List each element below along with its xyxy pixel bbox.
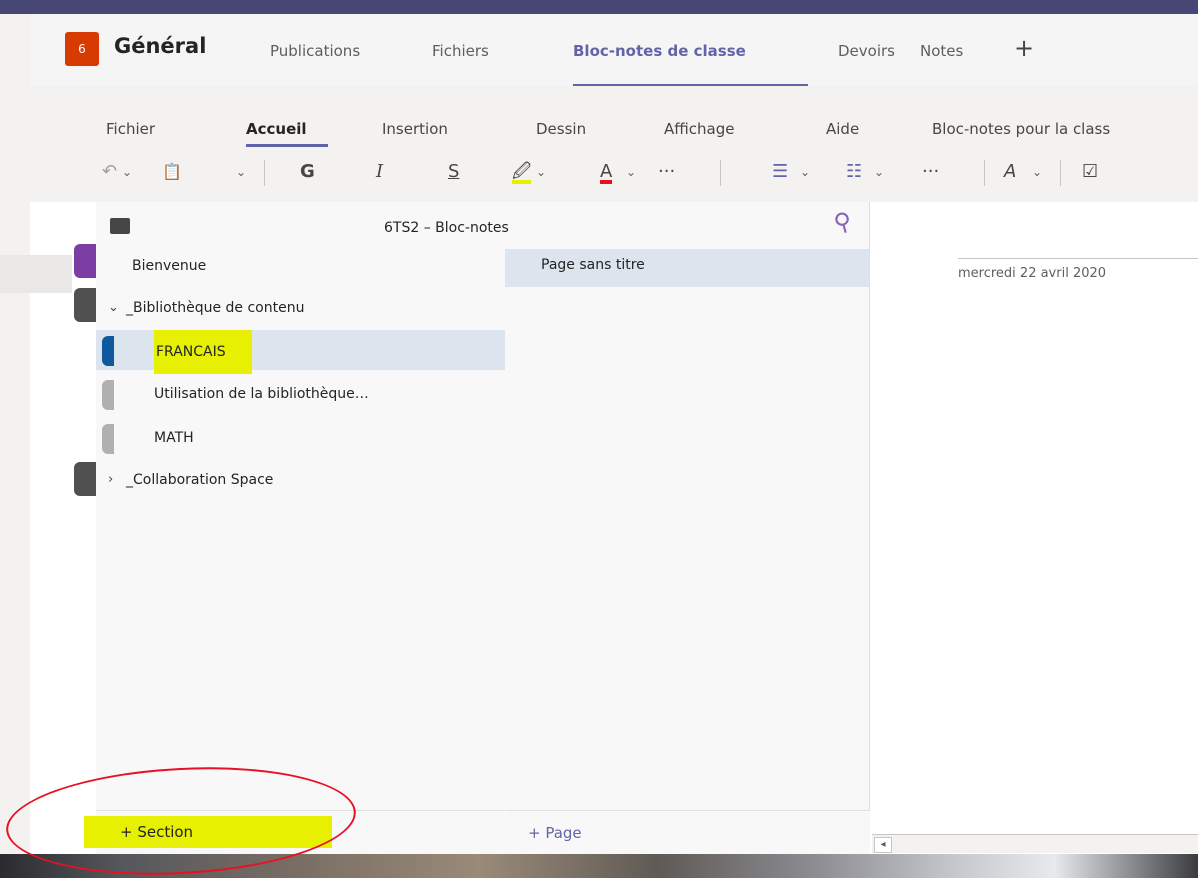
chevron-down-icon[interactable]: ⌄ [108, 288, 119, 328]
tab-fichiers[interactable]: Fichiers [432, 42, 489, 60]
notebook-tab-purple[interactable] [74, 244, 96, 278]
bold-button[interactable]: G [300, 158, 315, 186]
clipboard-icon[interactable]: 📋 [162, 158, 182, 186]
tag-icon[interactable]: ☑ [1082, 158, 1098, 186]
ribbon-tab-affichage[interactable]: Affichage [664, 120, 734, 138]
team-avatar[interactable]: 6 [65, 32, 99, 66]
chevron-right-icon[interactable]: › [108, 460, 113, 500]
ribbon-separator [984, 160, 985, 186]
tab-devoirs[interactable]: Devoirs [838, 42, 895, 60]
font-color-chevron-icon[interactable]: ⌄ [626, 158, 636, 186]
notebook-tab-gray[interactable] [74, 288, 96, 322]
channel-header: 6 Général Publications Fichiers Bloc-not… [30, 14, 1198, 87]
styles-icon[interactable]: A [1004, 158, 1016, 186]
ribbon-tab-fichier[interactable]: Fichier [106, 120, 155, 138]
italic-button[interactable]: I [376, 158, 383, 186]
horizontal-scrollbar[interactable]: ◂ [872, 834, 1198, 853]
active-ribbon-tab-indicator [246, 144, 328, 147]
ribbon-tab-accueil[interactable]: Accueil [246, 120, 307, 138]
notebook-icon[interactable] [110, 218, 130, 234]
numbering-chevron-icon[interactable]: ⌄ [874, 158, 884, 186]
section-label: Utilisation de la bibliothèque… [154, 386, 369, 402]
page-date: mercredi 22 avril 2020 [958, 266, 1107, 281]
font-color-icon[interactable]: A [600, 158, 613, 184]
section-group-label: _Collaboration Space [126, 472, 274, 488]
section-group-bibliotheque[interactable]: ⌄ _Bibliothèque de contenu [96, 288, 505, 328]
undo-chevron-icon[interactable]: ⌄ [122, 158, 132, 186]
ribbon-separator [264, 160, 265, 186]
bullets-icon[interactable]: ☰ [772, 158, 788, 186]
ribbon-tab-bloc-notes-classe[interactable]: Bloc-notes pour la class [932, 120, 1110, 138]
ribbon: Fichier Accueil Insertion Dessin Afficha… [30, 86, 1198, 202]
notebook-tab-gray[interactable] [74, 462, 96, 496]
section-group-collaboration[interactable]: › _Collaboration Space [96, 460, 505, 500]
section-francais[interactable]: FRANCAIS [96, 330, 505, 374]
ribbon-separator [720, 160, 721, 186]
pages-pane [505, 202, 870, 854]
section-color-tab [102, 380, 114, 410]
add-page-button[interactable]: + Page [506, 810, 870, 855]
section-color-tab [102, 336, 114, 366]
tab-notes[interactable]: Notes [920, 42, 963, 60]
notebook-title[interactable]: 6TS2 – Bloc-notes [384, 220, 509, 236]
scroll-left-icon[interactable]: ◂ [874, 837, 892, 853]
top-bar [0, 0, 1198, 14]
more-paragraph-icon[interactable]: ··· [922, 158, 939, 186]
section-color-tab [102, 424, 114, 454]
ribbon-tab-insertion[interactable]: Insertion [382, 120, 448, 138]
bullets-chevron-icon[interactable]: ⌄ [800, 158, 810, 186]
clipboard-chevron-icon[interactable]: ⌄ [236, 158, 246, 186]
ribbon-separator [1060, 160, 1061, 186]
section-label: FRANCAIS [154, 330, 252, 374]
channel-title: Général [114, 34, 207, 58]
section-label: MATH [154, 430, 194, 446]
ribbon-tab-dessin[interactable]: Dessin [536, 120, 586, 138]
page-title-line [958, 258, 1198, 259]
more-format-icon[interactable]: ··· [658, 158, 675, 186]
section-label: Bienvenue [132, 258, 207, 274]
tab-publications[interactable]: Publications [270, 42, 360, 60]
left-app-rail [0, 14, 30, 854]
highlight-icon[interactable]: 🖉 [512, 158, 532, 184]
ribbon-tab-aide[interactable]: Aide [826, 120, 859, 138]
notebook-navigation: 6TS2 – Bloc-notes ⚲ Bienvenue ⌄ _Bibliot… [96, 202, 870, 854]
section-math[interactable]: MATH [96, 418, 505, 458]
search-icon[interactable]: ⚲ [831, 206, 855, 238]
styles-chevron-icon[interactable]: ⌄ [1032, 158, 1042, 186]
tab-bloc-notes[interactable]: Bloc-notes de classe [573, 42, 746, 60]
section-utilisation[interactable]: Utilisation de la bibliothèque… [96, 374, 505, 414]
highlight-chevron-icon[interactable]: ⌄ [536, 158, 546, 186]
page-label: Page sans titre [541, 257, 645, 273]
underline-button[interactable]: S [448, 158, 459, 186]
numbering-icon[interactable]: ☷ [846, 158, 862, 186]
undo-icon[interactable]: ↶ [102, 158, 117, 186]
page-item[interactable]: Page sans titre [505, 249, 869, 287]
add-tab-icon[interactable]: + [1014, 34, 1034, 62]
left-rail-band [0, 255, 72, 293]
section-group-label: _Bibliothèque de contenu [126, 300, 305, 316]
notebook-header: 6TS2 – Bloc-notes ⚲ [96, 202, 869, 246]
section-bienvenue[interactable]: Bienvenue [96, 246, 505, 286]
